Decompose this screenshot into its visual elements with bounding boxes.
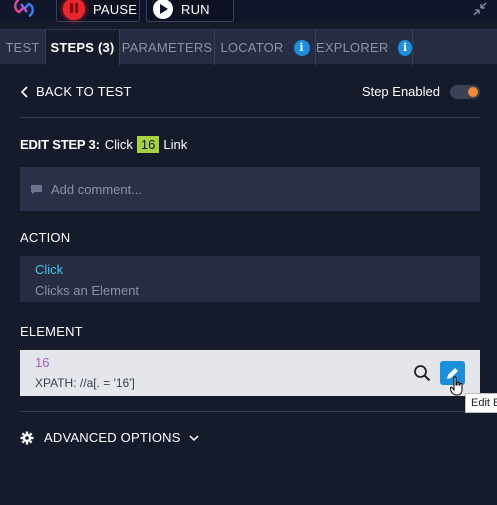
comment-icon: [31, 184, 42, 194]
edit-step-element-type: Link: [163, 137, 188, 152]
info-icon[interactable]: i: [293, 39, 310, 56]
run-label: RUN: [181, 1, 210, 17]
edit-step-action: Click: [104, 137, 133, 152]
hand-cursor-icon: [450, 376, 463, 396]
run-button[interactable]: RUN: [146, 0, 234, 22]
tab-locator[interactable]: LOCATOR i: [215, 30, 316, 65]
info-icon[interactable]: i: [398, 39, 412, 56]
advanced-options-toggle[interactable]: ADVANCED OPTIONS: [20, 430, 199, 445]
action-selector[interactable]: Click Clicks an Element: [20, 256, 480, 302]
chevron-left-icon: [20, 85, 28, 98]
collapse-arrows-icon[interactable]: [472, 1, 488, 17]
pause-button[interactable]: PAUSE: [56, 0, 140, 22]
tab-label: STEPS (3): [50, 40, 115, 55]
app-logo-icon: [14, 0, 34, 18]
divider: [20, 411, 480, 412]
tab-label: TEST: [5, 40, 40, 55]
chevron-down-icon: [189, 434, 199, 441]
tab-explorer[interactable]: EXPLORER i: [316, 30, 413, 65]
tab-test[interactable]: TEST: [0, 30, 46, 65]
comment-input[interactable]: Add comment...: [20, 167, 480, 211]
step-enabled-label: Step Enabled: [361, 84, 440, 99]
edit-step-prefix: EDIT STEP 3:: [20, 137, 100, 152]
divider: [20, 117, 480, 118]
action-name: Click: [35, 262, 64, 277]
element-xpath: XPATH: //a[. = '16']: [35, 376, 135, 390]
action-description: Clicks an Element: [35, 283, 140, 298]
element-card[interactable]: 16 XPATH: //a[. = '16']: [20, 350, 480, 396]
pause-label: PAUSE: [93, 1, 138, 17]
back-to-test-link[interactable]: BACK TO TEST: [20, 84, 132, 99]
gear-icon: [20, 431, 34, 444]
element-name: 16: [35, 355, 50, 370]
tab-parameters[interactable]: PARAMETERS: [120, 30, 215, 65]
tab-label: PARAMETERS: [121, 40, 213, 55]
tab-label: EXPLORER: [316, 40, 389, 55]
tab-bar: TEST STEPS (3) PARAMETERS LOCATOR i EXPL…: [0, 29, 497, 65]
top-toolbar: PAUSE RUN: [0, 0, 497, 22]
pause-icon: [63, 0, 85, 20]
element-badge: 16: [136, 136, 160, 153]
comment-placeholder: Add comment...: [51, 181, 143, 197]
advanced-options-label: ADVANCED OPTIONS: [44, 430, 181, 445]
edit-tooltip: Edit E: [465, 393, 497, 413]
toggle-knob: [468, 87, 478, 97]
tab-label: LOCATOR: [220, 40, 284, 55]
search-icon[interactable]: [413, 364, 431, 382]
edit-step-title: EDIT STEP 3: Click 16 Link: [20, 136, 187, 153]
tab-steps[interactable]: STEPS (3): [46, 30, 120, 65]
action-section-label: ACTION: [20, 230, 71, 245]
back-label: BACK TO TEST: [36, 84, 132, 99]
element-section-label: ELEMENT: [20, 324, 83, 339]
step-enabled-toggle[interactable]: [450, 85, 480, 99]
play-icon: [153, 0, 173, 19]
